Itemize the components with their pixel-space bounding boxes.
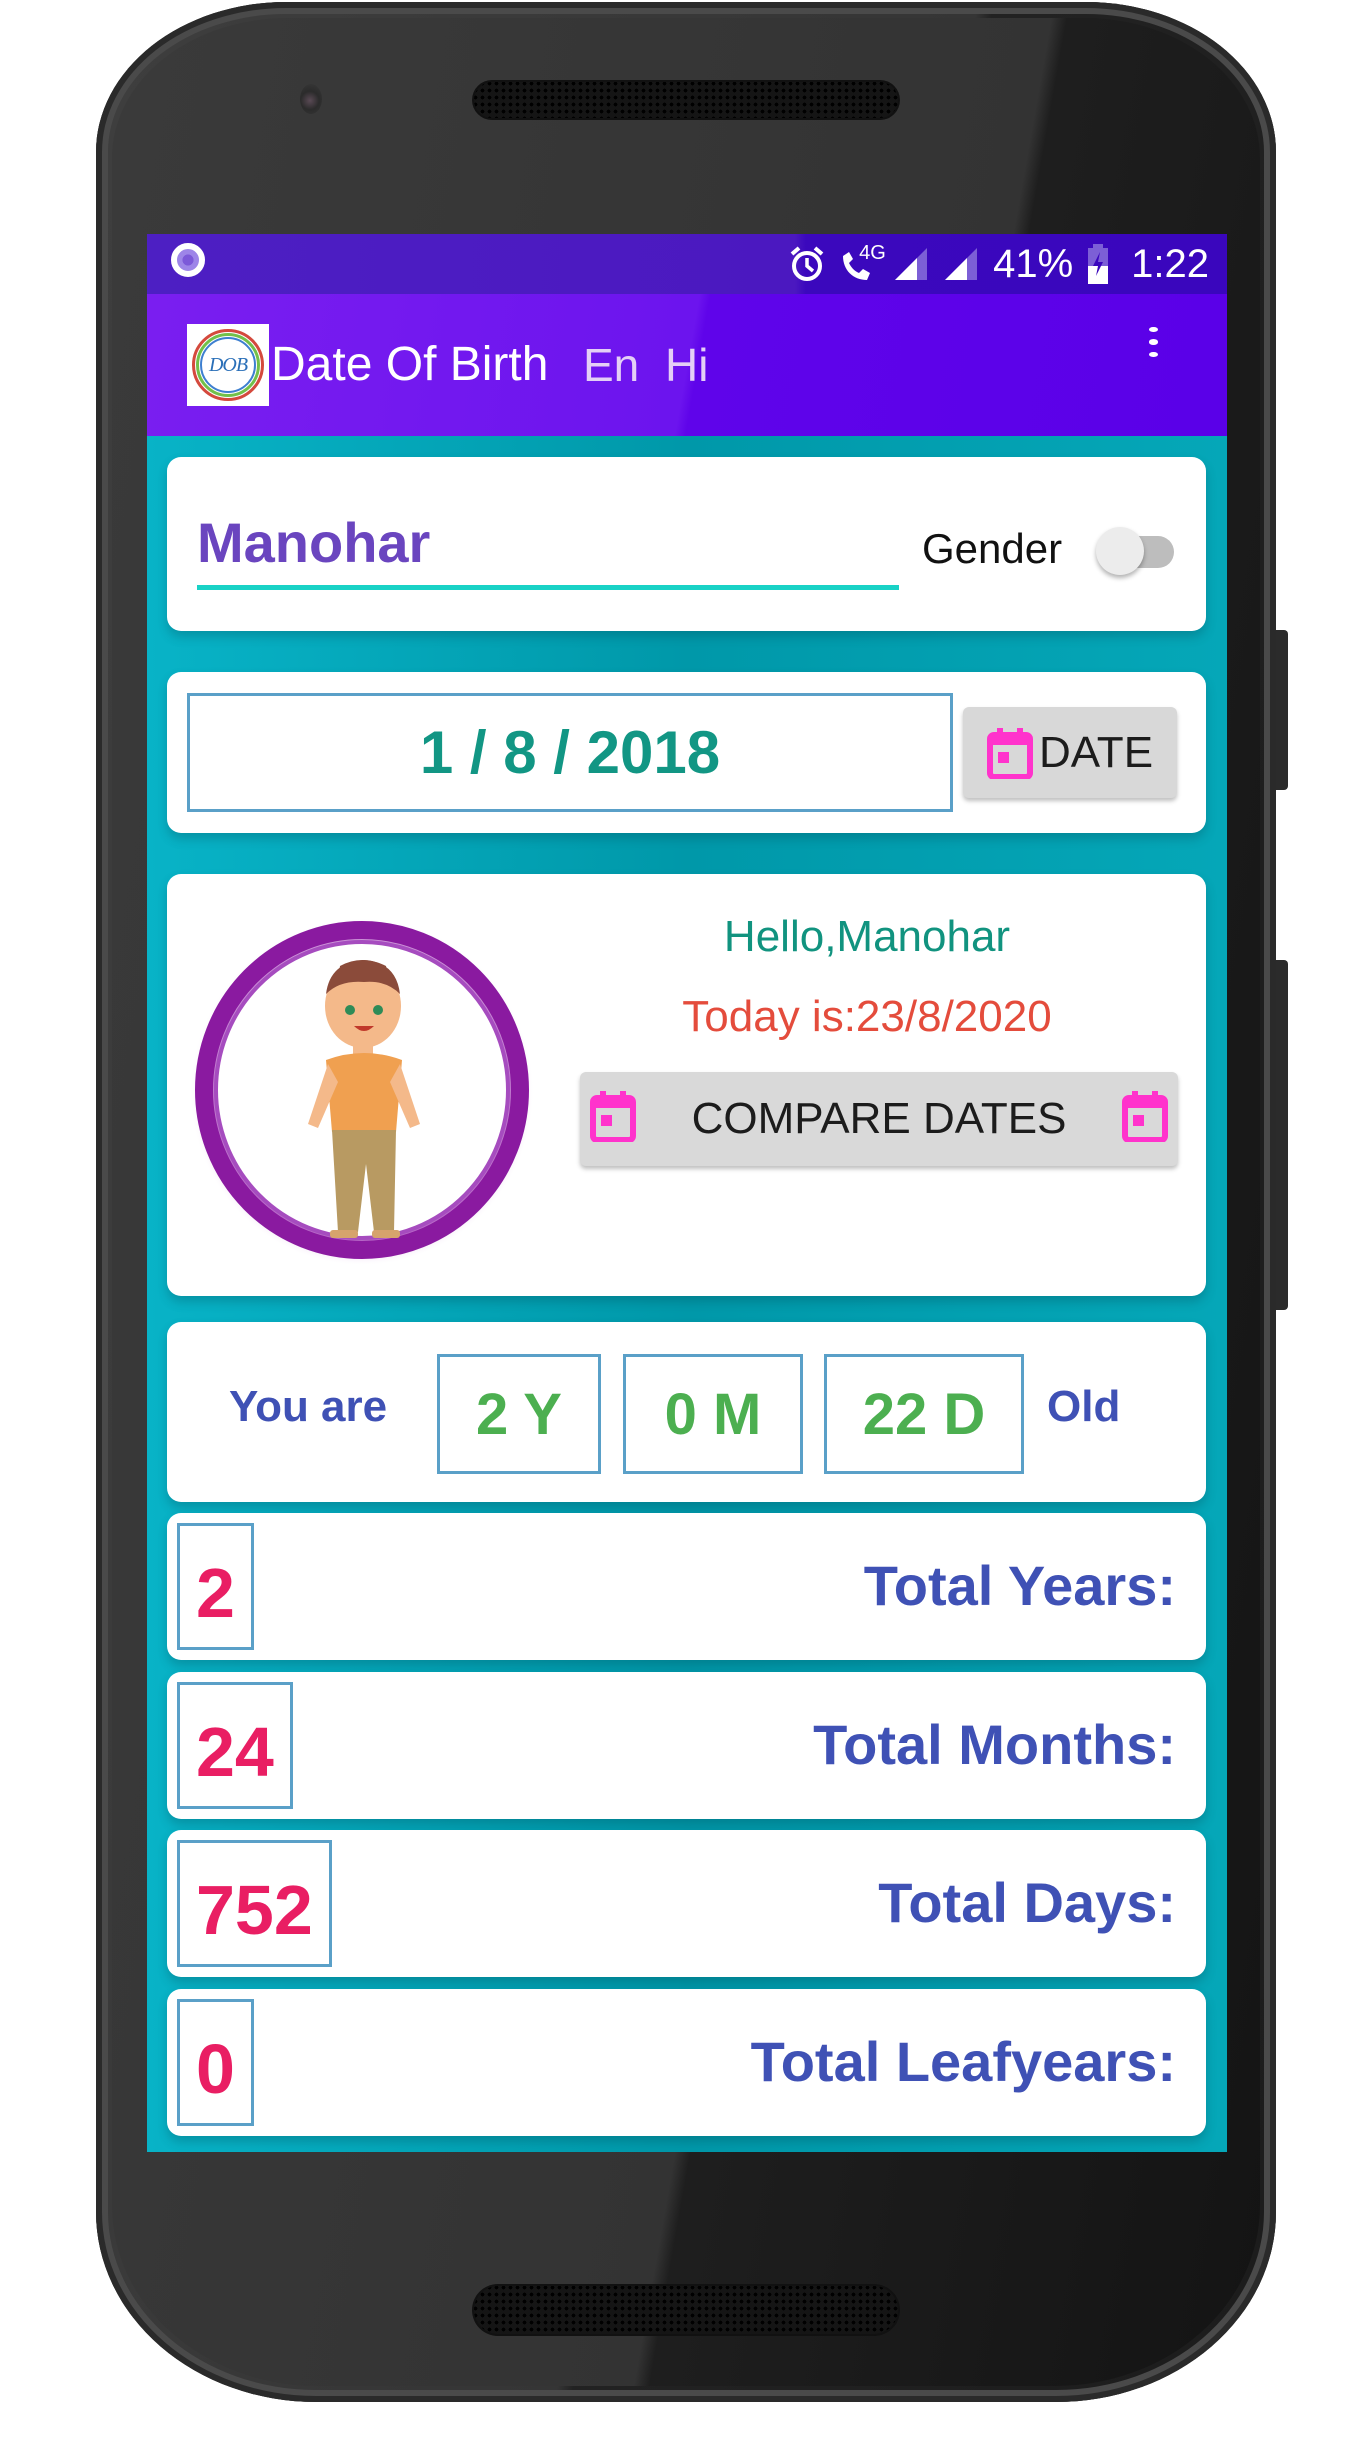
pick-date-button[interactable]: DATE — [963, 707, 1177, 798]
gender-toggle[interactable] — [1094, 525, 1180, 575]
logo-text: DOB — [200, 337, 256, 393]
bottom-speaker — [472, 2284, 900, 2336]
calendar-icon — [986, 727, 1033, 780]
network-type: 4G — [859, 242, 886, 264]
notification-dot-icon — [171, 243, 205, 277]
greeting-text: Hello,Manohar — [723, 912, 1011, 961]
stat-value: 2 — [177, 1523, 254, 1650]
language-hindi-button[interactable]: Hi — [665, 294, 708, 436]
stat-card-total-days: 752 Total Days: — [167, 1830, 1206, 1977]
profile-card: Hello,Manohar Today is:23/8/2020 COMPARE… — [167, 874, 1206, 1296]
earpiece-speaker — [472, 80, 900, 120]
phone-screen: 4G 41% 1:22 DOB Date Of Birth En Hi Mano… — [147, 234, 1227, 2152]
stat-card-total-months: 24 Total Months: — [167, 1672, 1206, 1819]
name-input[interactable] — [197, 507, 899, 577]
clock: 1:22 — [1131, 241, 1209, 286]
boy-avatar — [190, 914, 535, 1266]
gender-label: Gender — [922, 525, 1063, 572]
front-camera — [300, 84, 322, 114]
dob-field[interactable]: 1 / 8 / 2018 — [187, 693, 953, 812]
wifi-call-icon: 4G — [839, 242, 886, 284]
battery-percent: 41% — [993, 241, 1074, 286]
signal-icon — [893, 246, 929, 282]
name-card: Gender — [167, 457, 1206, 631]
compare-dates-button[interactable]: COMPARE DATES — [580, 1072, 1178, 1166]
age-suffix: Old — [1047, 1382, 1121, 1431]
stat-label: Total Leafyears: — [750, 2030, 1176, 2093]
power-button — [1276, 630, 1288, 790]
age-years: 2 Y — [437, 1354, 601, 1474]
stat-value: 24 — [177, 1682, 293, 1809]
toggle-thumb — [1096, 527, 1144, 575]
status-icons: 4G 41% 1:22 — [789, 234, 1209, 294]
calendar-icon — [1122, 1090, 1168, 1143]
age-prefix: You are — [229, 1382, 388, 1431]
app-title: Date Of Birth — [271, 338, 549, 391]
stat-value: 752 — [177, 1840, 332, 1967]
age-days: 22 D — [824, 1354, 1024, 1474]
stat-label: Total Months: — [813, 1713, 1176, 1776]
app-bar: DOB Date Of Birth En Hi — [147, 294, 1227, 436]
stat-label: Total Days: — [878, 1871, 1176, 1934]
stat-card-total-leapyears: 0 Total Leafyears: — [167, 1989, 1206, 2136]
stat-value: 0 — [177, 1999, 254, 2126]
language-english-button[interactable]: En — [583, 294, 639, 436]
date-button-label: DATE — [1038, 727, 1154, 777]
volume-button — [1276, 960, 1288, 1310]
alarm-icon — [789, 245, 825, 283]
more-vert-icon[interactable] — [1147, 327, 1159, 357]
age-months: 0 M — [623, 1354, 803, 1474]
content-area: Gender 1 / 8 / 2018 DATE — [147, 436, 1227, 2152]
battery-charging-icon — [1087, 244, 1109, 284]
app-logo: DOB — [187, 324, 269, 406]
status-bar: 4G 41% 1:22 — [147, 234, 1227, 294]
dob-card: 1 / 8 / 2018 DATE — [167, 672, 1206, 833]
compare-dates-label: COMPARE DATES — [691, 1094, 1067, 1143]
signal-icon — [943, 246, 979, 282]
stat-card-total-years: 2 Total Years: — [167, 1513, 1206, 1660]
stat-label: Total Years: — [863, 1554, 1176, 1617]
name-input-underline — [197, 585, 899, 590]
age-card: You are 2 Y 0 M 22 D Old — [167, 1322, 1206, 1502]
today-date-text: Today is:23/8/2020 — [682, 992, 1052, 1041]
